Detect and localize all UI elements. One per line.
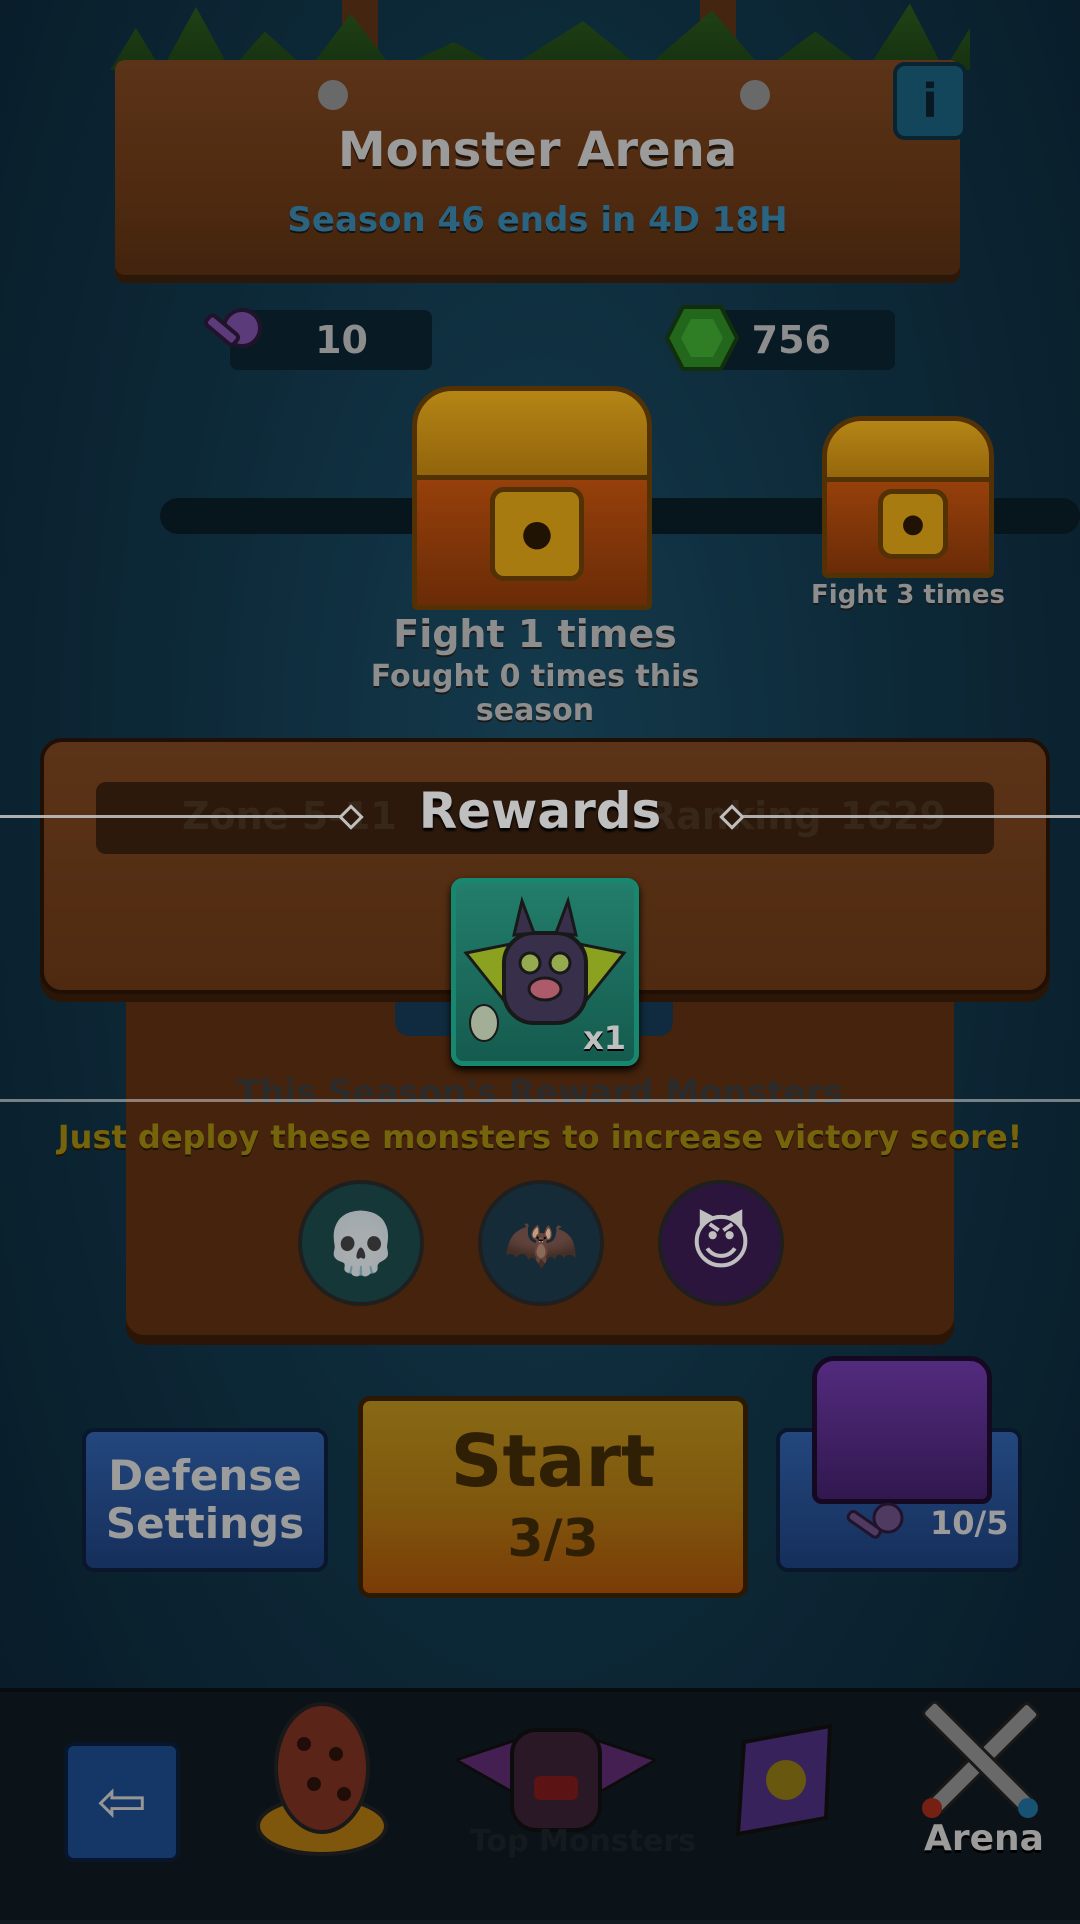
- reward-quantity: x1: [583, 1019, 626, 1057]
- bat-monster-icon[interactable]: 🦇: [478, 1180, 604, 1306]
- monster-icon[interactable]: [456, 1700, 656, 1840]
- page-title: Monster Arena: [337, 122, 738, 178]
- key-icon: [203, 308, 262, 348]
- rewards-title: Rewards: [418, 782, 662, 840]
- purple-chest-icon: [812, 1356, 992, 1504]
- gem-icon: [665, 305, 739, 371]
- header-board: Monster Arena Season 46 ends in 4D 18H: [115, 60, 960, 275]
- chest-2-label: Fight 3 times: [811, 580, 1005, 610]
- nail-icon: [740, 80, 770, 110]
- lock-icon: ●: [878, 488, 948, 559]
- crossed-swords-icon[interactable]: [910, 1690, 1050, 1830]
- season-timer: Season 46 ends in 4D 18H: [287, 200, 788, 240]
- divider-line-bottom: [0, 1099, 1080, 1102]
- chest-1-progress: Fought 0 times this season: [370, 659, 700, 728]
- start-button[interactable]: Start 3/3: [358, 1396, 748, 1598]
- egg-icon[interactable]: [254, 1694, 390, 1858]
- defense-label-line1: Defense: [108, 1451, 302, 1500]
- info-icon: i: [922, 74, 938, 128]
- chest-reward-2[interactable]: ●: [822, 416, 994, 578]
- start-count: 3/3: [507, 1509, 599, 1569]
- back-button[interactable]: ⇦: [64, 1742, 180, 1862]
- back-arrow-icon: ⇦: [96, 1767, 148, 1837]
- season-reward-description: Just deploy these monsters to increase v…: [57, 1118, 1023, 1156]
- gem-count: 756: [751, 318, 831, 362]
- key-count: 10: [315, 318, 368, 362]
- key-icon: [846, 1502, 904, 1539]
- lock-icon: ●: [490, 486, 584, 581]
- arena-tab-label[interactable]: Arena: [924, 1818, 1044, 1859]
- reward-item-card[interactable]: x1: [451, 878, 639, 1066]
- season-reward-title: This Season's Reward Monsters: [236, 1073, 844, 1113]
- start-label: Start: [450, 1419, 656, 1503]
- demon-monster-icon[interactable]: 😈: [658, 1180, 784, 1306]
- defense-settings-button[interactable]: Defense Settings: [82, 1428, 328, 1572]
- nail-icon: [318, 80, 348, 110]
- key-progress: 10/5: [930, 1504, 1009, 1542]
- skull-monster-icon[interactable]: 💀: [298, 1180, 424, 1306]
- book-icon[interactable]: [726, 1722, 842, 1838]
- top-monsters-label: Top Monsters: [470, 1824, 697, 1859]
- info-button[interactable]: i: [893, 62, 967, 140]
- defense-label-line2: Settings: [105, 1499, 305, 1548]
- chest-1-label: Fight 1 times: [393, 612, 677, 656]
- chest-reward-1[interactable]: ●: [412, 386, 652, 610]
